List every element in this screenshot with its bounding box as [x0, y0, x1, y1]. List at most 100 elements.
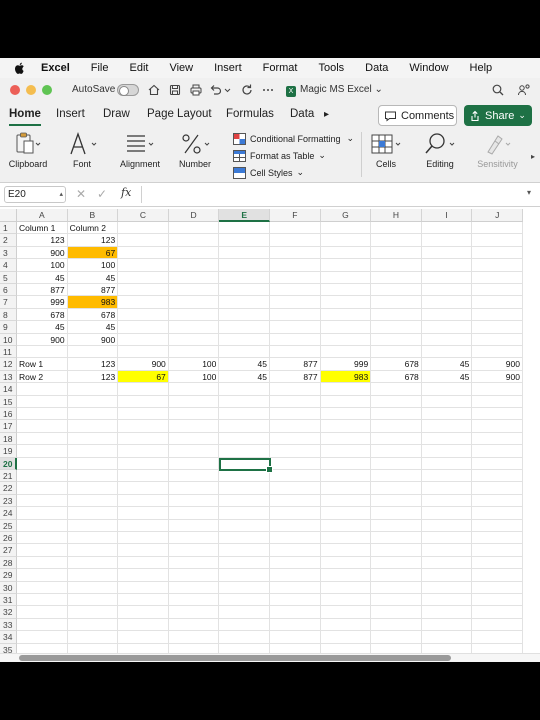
- row-header-6[interactable]: 6: [0, 284, 17, 297]
- worksheet-grid[interactable]: A B C D E F G H I J 1 Column 1 Column 2 2 123 123 3 900 67…: [0, 209, 540, 653]
- cell-c32[interactable]: [118, 606, 169, 619]
- cell-d10[interactable]: [168, 333, 220, 346]
- row-header-31[interactable]: 31: [0, 594, 17, 607]
- cell-c27[interactable]: [118, 544, 169, 557]
- row-header-30[interactable]: 30: [0, 581, 17, 594]
- row-header-19[interactable]: 19: [0, 445, 17, 458]
- cell-g34[interactable]: [320, 631, 372, 644]
- cell-i9[interactable]: [421, 321, 473, 334]
- cell-i31[interactable]: [421, 594, 473, 607]
- cell-c12[interactable]: 900: [118, 358, 169, 371]
- cell-f35[interactable]: [270, 643, 321, 653]
- cell-j29[interactable]: [472, 569, 523, 582]
- cell-e16[interactable]: [219, 408, 270, 421]
- cells-group[interactable]: Cells: [366, 128, 406, 183]
- cell-j19[interactable]: [472, 445, 523, 458]
- cell-d11[interactable]: [168, 346, 220, 359]
- cell-f13[interactable]: 877: [270, 370, 321, 384]
- cell-f21[interactable]: [270, 470, 321, 483]
- document-title[interactable]: X Magic MS Excel ⌄: [286, 84, 383, 97]
- cell-e5[interactable]: [219, 271, 270, 284]
- cell-b9[interactable]: 45: [67, 321, 119, 334]
- column-header-d[interactable]: D: [168, 209, 220, 222]
- cell-a10[interactable]: 900: [17, 333, 68, 346]
- cell-h7[interactable]: [371, 296, 422, 309]
- cell-j34[interactable]: [472, 631, 523, 644]
- cell-c3[interactable]: [118, 246, 169, 260]
- cell-e2[interactable]: [219, 234, 270, 247]
- cell-b6[interactable]: 877: [67, 284, 119, 297]
- cell-f15[interactable]: [270, 395, 321, 408]
- cell-g6[interactable]: [320, 284, 372, 297]
- cell-g8[interactable]: [320, 308, 372, 322]
- cell-f26[interactable]: [270, 532, 321, 545]
- cell-f9[interactable]: [270, 321, 321, 334]
- share-people-icon[interactable]: [517, 83, 531, 97]
- cell-a16[interactable]: [17, 408, 68, 421]
- cell-c24[interactable]: [118, 507, 169, 520]
- cell-f3[interactable]: [270, 246, 321, 260]
- cell-f33[interactable]: [270, 618, 321, 632]
- cell-i30[interactable]: [421, 581, 473, 594]
- cell-g5[interactable]: [320, 271, 372, 284]
- menu-tools[interactable]: Tools: [318, 62, 344, 74]
- cell-h2[interactable]: [371, 234, 422, 247]
- cell-c35[interactable]: [118, 643, 169, 653]
- enter-icon[interactable]: ✓: [97, 187, 107, 201]
- clipboard-group[interactable]: Clipboard: [4, 128, 52, 183]
- cell-j17[interactable]: [472, 420, 523, 433]
- cell-j15[interactable]: [472, 395, 523, 408]
- cell-e24[interactable]: [219, 507, 270, 520]
- row-header-22[interactable]: 22: [0, 482, 17, 495]
- cell-a35[interactable]: [17, 643, 68, 653]
- cell-f11[interactable]: [270, 346, 321, 359]
- row-header-9[interactable]: 9: [0, 321, 17, 334]
- cell-f24[interactable]: [270, 507, 321, 520]
- cell-e9[interactable]: [219, 321, 270, 334]
- name-box-stepper-icon[interactable]: ▴: [59, 187, 63, 202]
- cell-c14[interactable]: [118, 383, 169, 396]
- home-icon[interactable]: [147, 83, 161, 97]
- cell-h12[interactable]: 678: [371, 358, 422, 371]
- row-header-14[interactable]: 14: [0, 383, 17, 396]
- cell-e17[interactable]: [219, 420, 270, 433]
- row-header-15[interactable]: 15: [0, 395, 17, 408]
- cell-d13[interactable]: 100: [168, 370, 220, 384]
- cell-i12[interactable]: 45: [421, 358, 473, 371]
- cell-a34[interactable]: [17, 631, 68, 644]
- row-header-12[interactable]: 12: [0, 358, 17, 371]
- cell-d35[interactable]: [169, 643, 220, 653]
- active-cell-selection[interactable]: [219, 457, 273, 474]
- cell-a27[interactable]: [17, 544, 68, 557]
- row-header-28[interactable]: 28: [0, 556, 17, 570]
- cell-h34[interactable]: [371, 631, 422, 644]
- cell-b20[interactable]: [67, 457, 119, 470]
- cell-j9[interactable]: [472, 321, 523, 334]
- cell-c17[interactable]: [118, 420, 169, 433]
- cell-a11[interactable]: [17, 346, 68, 359]
- column-header-b[interactable]: B: [67, 209, 119, 222]
- cell-j30[interactable]: [472, 581, 523, 594]
- cell-f8[interactable]: [270, 308, 321, 322]
- row-header-3[interactable]: 3: [0, 246, 17, 260]
- cell-g2[interactable]: [320, 234, 372, 247]
- cell-g28[interactable]: [320, 556, 372, 570]
- cell-a12[interactable]: Row 1: [17, 358, 68, 371]
- cell-i21[interactable]: [421, 470, 473, 483]
- cell-h29[interactable]: [371, 569, 422, 582]
- cell-j25[interactable]: [472, 519, 523, 532]
- cell-j7[interactable]: [472, 296, 523, 309]
- cell-g14[interactable]: [320, 383, 372, 396]
- row-header-2[interactable]: 2: [0, 234, 17, 247]
- cell-g16[interactable]: [320, 408, 372, 421]
- cell-g12[interactable]: 999: [320, 358, 372, 371]
- menu-window[interactable]: Window: [409, 62, 448, 74]
- cell-g21[interactable]: [320, 470, 372, 483]
- save-icon[interactable]: [168, 83, 182, 97]
- cell-h11[interactable]: [371, 346, 422, 359]
- row-header-17[interactable]: 17: [0, 420, 17, 433]
- cell-c18[interactable]: [118, 432, 169, 446]
- cell-j24[interactable]: [472, 507, 523, 520]
- cell-f4[interactable]: [270, 259, 321, 272]
- cell-f17[interactable]: [270, 420, 321, 433]
